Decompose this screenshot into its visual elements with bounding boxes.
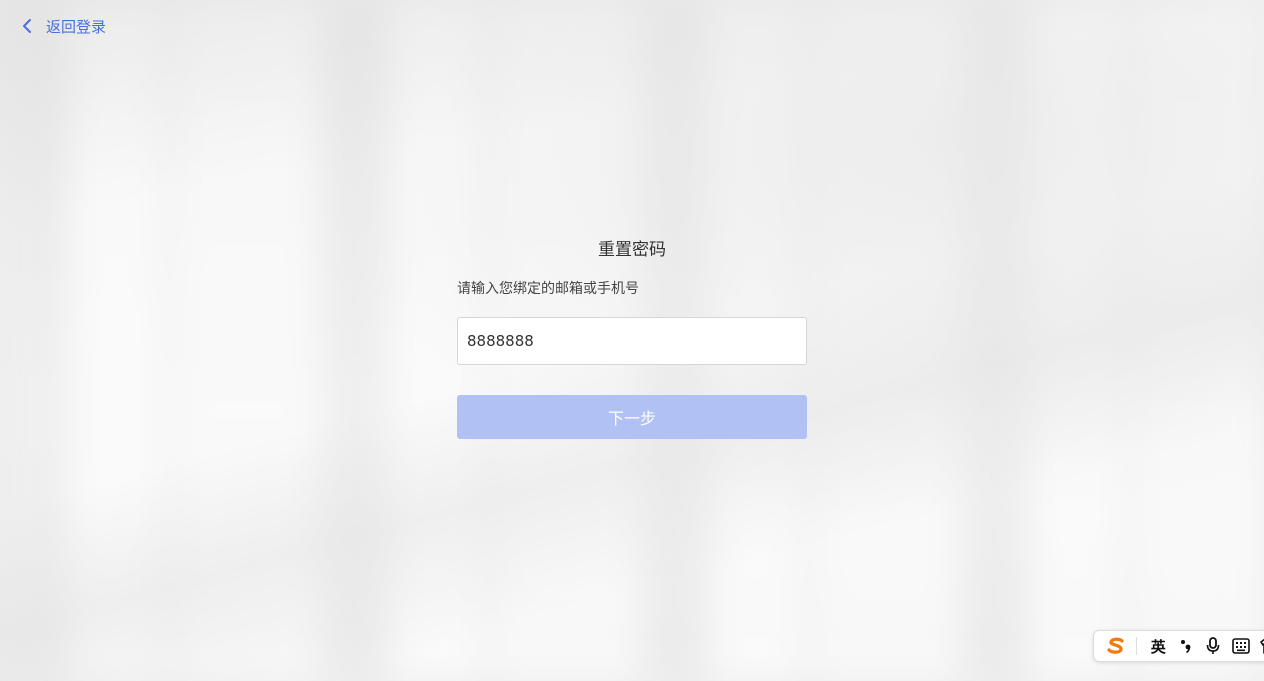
ime-toolbar: 英 bbox=[1093, 630, 1264, 662]
ime-separator bbox=[1135, 637, 1137, 655]
skin-shirt-icon[interactable] bbox=[1254, 632, 1264, 660]
instruction-label: 请输入您绑定的邮箱或手机号 bbox=[457, 281, 639, 297]
keyboard-icon[interactable] bbox=[1227, 632, 1255, 660]
account-input-wrapper bbox=[457, 317, 807, 365]
email-or-phone-input[interactable] bbox=[467, 332, 806, 350]
sogou-logo-icon[interactable] bbox=[1102, 632, 1130, 660]
back-link-label: 返回登录 bbox=[46, 17, 107, 36]
page-title: 重置密码 bbox=[598, 240, 666, 260]
microphone-icon[interactable] bbox=[1199, 632, 1227, 660]
ime-mode-toggle[interactable]: 英 bbox=[1144, 632, 1172, 660]
reset-password-panel: 重置密码 请输入您绑定的邮箱或手机号 下一步 bbox=[457, 236, 807, 439]
chevron-left-icon bbox=[22, 15, 38, 37]
next-step-button[interactable]: 下一步 bbox=[457, 395, 807, 439]
punctuation-icon[interactable] bbox=[1172, 632, 1200, 660]
back-to-login-link[interactable]: 返回登录 bbox=[22, 15, 106, 37]
